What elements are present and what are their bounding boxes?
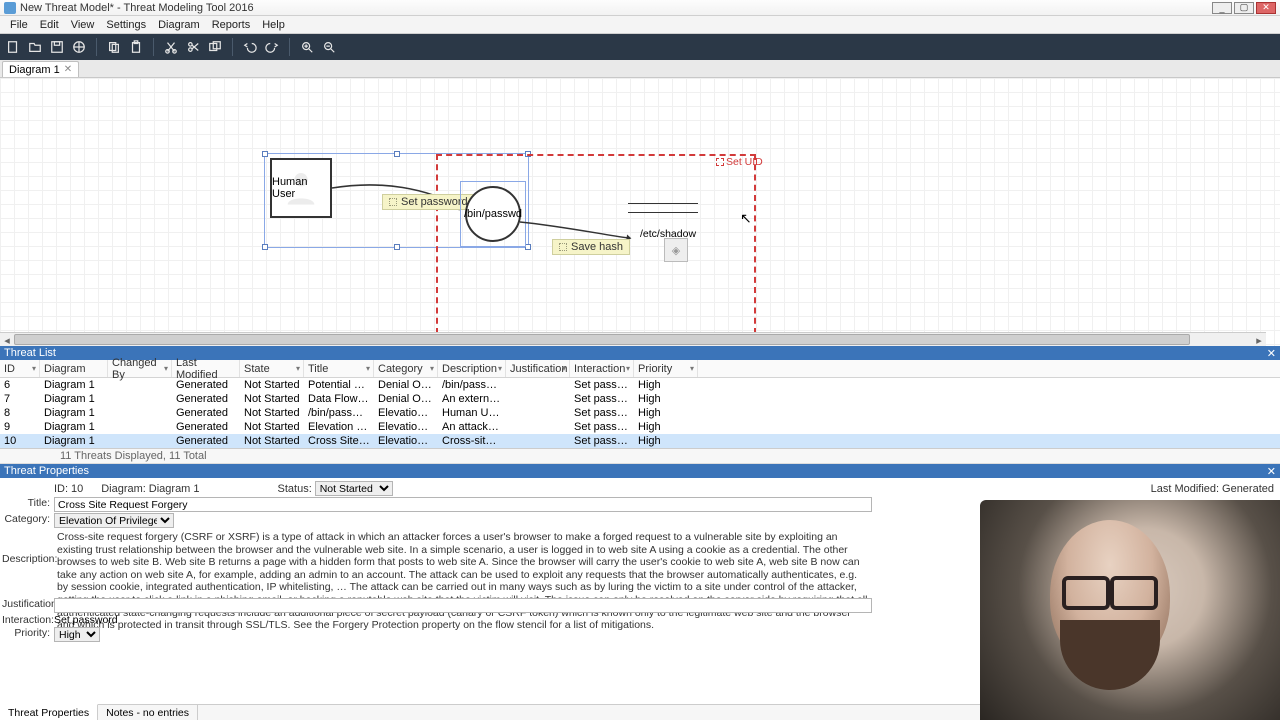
diagram-tab-label: Diagram 1 xyxy=(9,64,60,76)
threat-properties-title: Threat Properties ✕ xyxy=(0,464,1280,478)
diagram-canvas-viewport: Set UID Human User Set password /bin/pas… xyxy=(0,78,1280,346)
col-state[interactable]: State▾ xyxy=(240,360,304,377)
globe-icon[interactable] xyxy=(70,38,88,56)
datastore-etc-shadow[interactable] xyxy=(628,203,698,213)
table-row[interactable]: 9Diagram 1GeneratedNot StartedElevation … xyxy=(0,420,1280,434)
duplicate-icon[interactable] xyxy=(206,38,224,56)
scroll-right-icon[interactable]: ▸ xyxy=(1252,333,1266,346)
undo-icon[interactable] xyxy=(241,38,259,56)
horizontal-scrollbar[interactable]: ◂ ▸ xyxy=(0,332,1266,346)
entity-human-user[interactable]: Human User xyxy=(270,158,332,218)
flow-label-save-hash[interactable]: Save hash xyxy=(552,239,630,255)
close-icon[interactable]: ✕ xyxy=(64,64,72,75)
col-changedby[interactable]: Changed By▾ xyxy=(108,360,172,377)
redo-icon[interactable] xyxy=(263,38,281,56)
database-icon: ◈ xyxy=(664,238,688,262)
save-icon[interactable] xyxy=(48,38,66,56)
diagram-tab[interactable]: Diagram 1 ✕ xyxy=(2,61,79,77)
window-close-button[interactable]: ✕ xyxy=(1256,2,1276,14)
copy-icon[interactable] xyxy=(105,38,123,56)
title-input[interactable] xyxy=(54,497,872,512)
cut-icon[interactable] xyxy=(162,38,180,56)
menu-diagram[interactable]: Diagram xyxy=(152,17,206,33)
col-title[interactable]: Title▾ xyxy=(304,360,374,377)
col-justification[interactable]: Justification▾ xyxy=(506,360,570,377)
prop-lastmodified: Generated xyxy=(1222,483,1274,495)
col-description[interactable]: Description▾ xyxy=(438,360,506,377)
justification-input[interactable] xyxy=(54,598,872,613)
scrollbar-thumb[interactable] xyxy=(14,334,1190,345)
menu-settings[interactable]: Settings xyxy=(100,17,152,33)
scroll-left-icon[interactable]: ◂ xyxy=(0,333,14,346)
menu-bar: File Edit View Settings Diagram Reports … xyxy=(0,16,1280,34)
app-icon xyxy=(4,2,16,14)
prop-id: 10 xyxy=(71,483,83,495)
table-row[interactable]: 10Diagram 1GeneratedNot StartedCross Sit… xyxy=(0,434,1280,448)
col-diagram[interactable]: Diagram xyxy=(40,360,108,377)
menu-reports[interactable]: Reports xyxy=(206,17,257,33)
process-label: /bin/passwd xyxy=(464,208,522,220)
zoom-in-icon[interactable] xyxy=(298,38,316,56)
zoom-out-icon[interactable] xyxy=(320,38,338,56)
new-icon[interactable] xyxy=(4,38,22,56)
description-text[interactable]: Cross-site request forgery (CSRF or XSRF… xyxy=(54,529,872,597)
menu-file[interactable]: File xyxy=(4,17,34,33)
menu-view[interactable]: View xyxy=(65,17,101,33)
status-select[interactable]: Not Started xyxy=(315,481,393,496)
menu-edit[interactable]: Edit xyxy=(34,17,65,33)
window-minimize-button[interactable]: _ xyxy=(1212,2,1232,14)
col-priority[interactable]: Priority▾ xyxy=(634,360,698,377)
panel-close-icon[interactable]: ✕ xyxy=(1267,347,1276,360)
window-titlebar: New Threat Model* - Threat Modeling Tool… xyxy=(0,0,1280,16)
window-title: New Threat Model* - Threat Modeling Tool… xyxy=(20,2,254,14)
diagram-canvas[interactable]: Set UID Human User Set password /bin/pas… xyxy=(0,78,1280,346)
threat-list-status: 11 Threats Displayed, 11 Total xyxy=(0,449,1280,464)
window-maximize-button[interactable]: ▢ xyxy=(1234,2,1254,14)
process-bin-passwd[interactable]: /bin/passwd xyxy=(465,186,521,242)
webcam-overlay xyxy=(980,500,1280,720)
threat-list-grid: ID▾ Diagram Changed By▾ Last Modified St… xyxy=(0,360,1280,449)
tab-notes[interactable]: Notes - no entries xyxy=(98,705,198,720)
col-category[interactable]: Category▾ xyxy=(374,360,438,377)
scissors-icon[interactable] xyxy=(184,38,202,56)
paste-icon[interactable] xyxy=(127,38,145,56)
tab-threat-properties[interactable]: Threat Properties xyxy=(0,704,98,720)
col-interaction[interactable]: Interaction▾ xyxy=(570,360,634,377)
entity-label: Human User xyxy=(272,176,330,200)
chevron-down-icon: ▾ xyxy=(32,364,36,373)
panel-close-icon[interactable]: ✕ xyxy=(1267,465,1276,478)
menu-help[interactable]: Help xyxy=(256,17,291,33)
category-select[interactable]: Elevation Of Privilege xyxy=(54,513,174,528)
diagram-tabstrip: Diagram 1 ✕ xyxy=(0,60,1280,78)
col-id[interactable]: ID▾ xyxy=(0,360,40,377)
table-row[interactable]: 8Diagram 1GeneratedNot Started/bin/passw… xyxy=(0,406,1280,420)
priority-select[interactable]: High xyxy=(54,627,100,642)
open-icon[interactable] xyxy=(26,38,44,56)
toolbar xyxy=(0,34,1280,60)
trust-boundary-label: Set UID xyxy=(726,156,763,168)
grid-header: ID▾ Diagram Changed By▾ Last Modified St… xyxy=(0,360,1280,378)
trust-boundary-handle[interactable] xyxy=(716,158,724,166)
prop-diagram: Diagram 1 xyxy=(149,483,200,495)
col-lastmodified[interactable]: Last Modified xyxy=(172,360,240,377)
table-row[interactable]: 7Diagram 1GeneratedNot StartedData Flow … xyxy=(0,392,1280,406)
